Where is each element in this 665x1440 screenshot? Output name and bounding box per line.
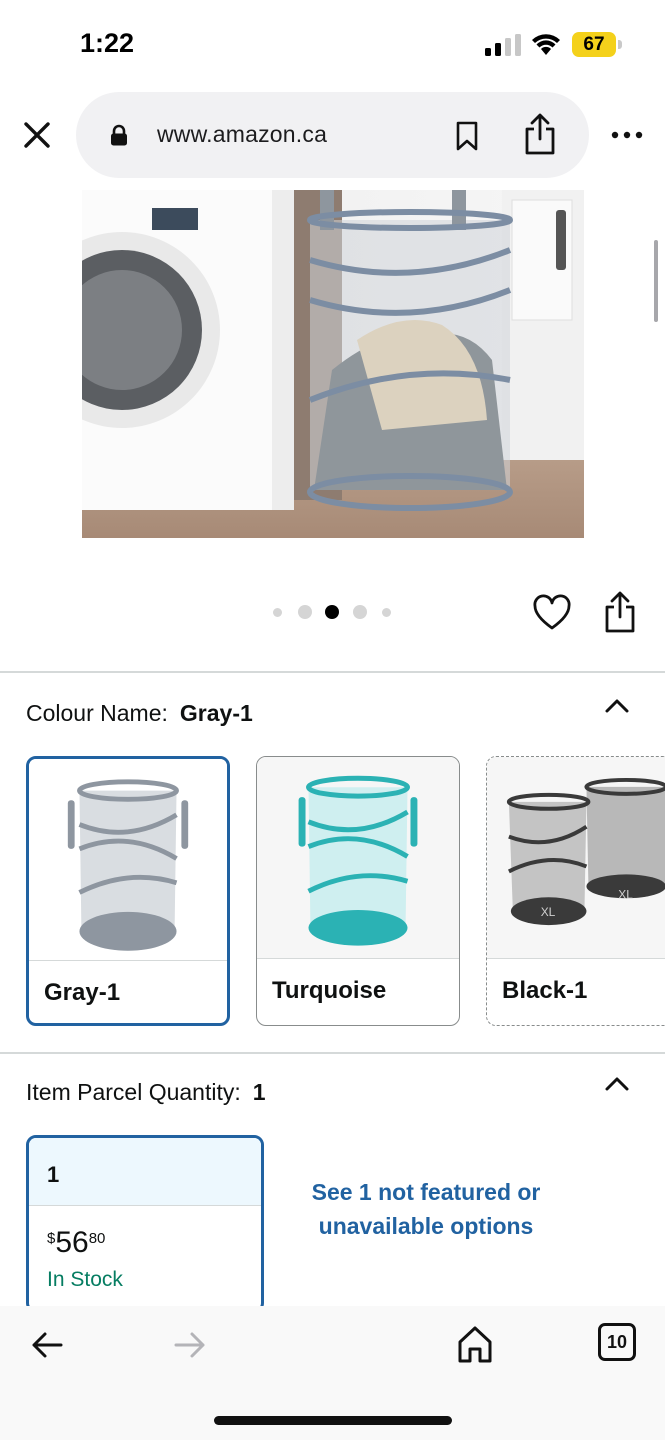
status-bar: 1:22 67 [0, 0, 665, 90]
xl-badge: XL [541, 905, 556, 919]
battery-indicator: 67 [572, 32, 622, 57]
gray-hamper-thumbnail [29, 759, 227, 961]
see-unavailable-options-link[interactable]: See 1 not featured or unavailable option… [300, 1175, 552, 1243]
battery-level: 67 [583, 34, 605, 55]
black-hamper-thumbnail: XL XL [487, 757, 665, 959]
colour-option-gray-1[interactable]: Gray-1 [26, 756, 230, 1026]
image-pagination-dots [265, 600, 405, 624]
stock-status: In Stock [47, 1268, 123, 1291]
colour-label: Colour Name: [26, 700, 168, 726]
turquoise-hamper-thumbnail [257, 757, 459, 959]
quantity-value: 1 [252, 1079, 266, 1105]
pagination-dot[interactable] [353, 605, 367, 619]
bookmark-icon[interactable] [454, 120, 480, 152]
xl-badge: XL [618, 887, 633, 901]
browser-toolbar: 10 [0, 1306, 665, 1440]
share-icon[interactable] [522, 112, 558, 156]
tab-count: 10 [606, 1332, 628, 1352]
pagination-dot[interactable] [298, 605, 312, 619]
pagination-dot[interactable] [273, 608, 282, 617]
url-text[interactable]: www.amazon.ca [157, 121, 327, 148]
colour-option-turquoise[interactable]: Turquoise [256, 756, 460, 1026]
pagination-dot-active[interactable] [325, 605, 339, 619]
section-divider [0, 671, 665, 673]
close-icon[interactable] [18, 116, 56, 154]
chevron-up-icon[interactable] [602, 696, 632, 716]
colour-option-label: Gray-1 [44, 979, 121, 1006]
battery-cap [618, 40, 622, 49]
wifi-icon [532, 34, 560, 55]
url-bar[interactable]: www.amazon.ca [76, 92, 589, 178]
heart-icon[interactable] [532, 594, 572, 634]
colour-value: Gray-1 [179, 700, 253, 726]
quantity-section-label: Item Parcel Quantity: 1 [26, 1079, 266, 1106]
price-symbol: $ [47, 1230, 56, 1247]
home-indicator[interactable] [214, 1416, 452, 1425]
forward-arrow-icon[interactable] [173, 1330, 207, 1360]
colour-section-label: Colour Name: Gray-1 [26, 700, 253, 727]
status-time: 1:22 [80, 28, 135, 58]
quantity-option-1[interactable]: 1 $5680 In Stock [26, 1135, 264, 1313]
cellular-signal-icon [485, 34, 521, 56]
chevron-up-icon[interactable] [602, 1074, 632, 1094]
home-icon[interactable] [456, 1324, 494, 1364]
scroll-indicator[interactable] [654, 240, 658, 322]
colour-option-label: Black-1 [502, 977, 588, 1004]
tabs-icon[interactable]: 10 [598, 1323, 636, 1361]
quantity-label: Item Parcel Quantity: [26, 1079, 241, 1105]
lock-icon [111, 124, 127, 146]
colour-option-label: Turquoise [272, 977, 387, 1004]
back-arrow-icon[interactable] [30, 1330, 64, 1360]
product-image[interactable] [82, 190, 584, 538]
price: $5680 [47, 1226, 105, 1260]
colour-option-black-1[interactable]: XL XL Black-1 [486, 756, 665, 1026]
price-whole: 56 [55, 1226, 89, 1259]
share-icon[interactable] [602, 590, 638, 634]
price-fraction: 80 [88, 1230, 106, 1247]
section-divider [0, 1052, 665, 1054]
quantity-option-header: 1 [29, 1138, 261, 1206]
pagination-dot[interactable] [382, 608, 391, 617]
more-icon[interactable] [607, 120, 647, 150]
quantity-option-label: 1 [47, 1162, 60, 1187]
